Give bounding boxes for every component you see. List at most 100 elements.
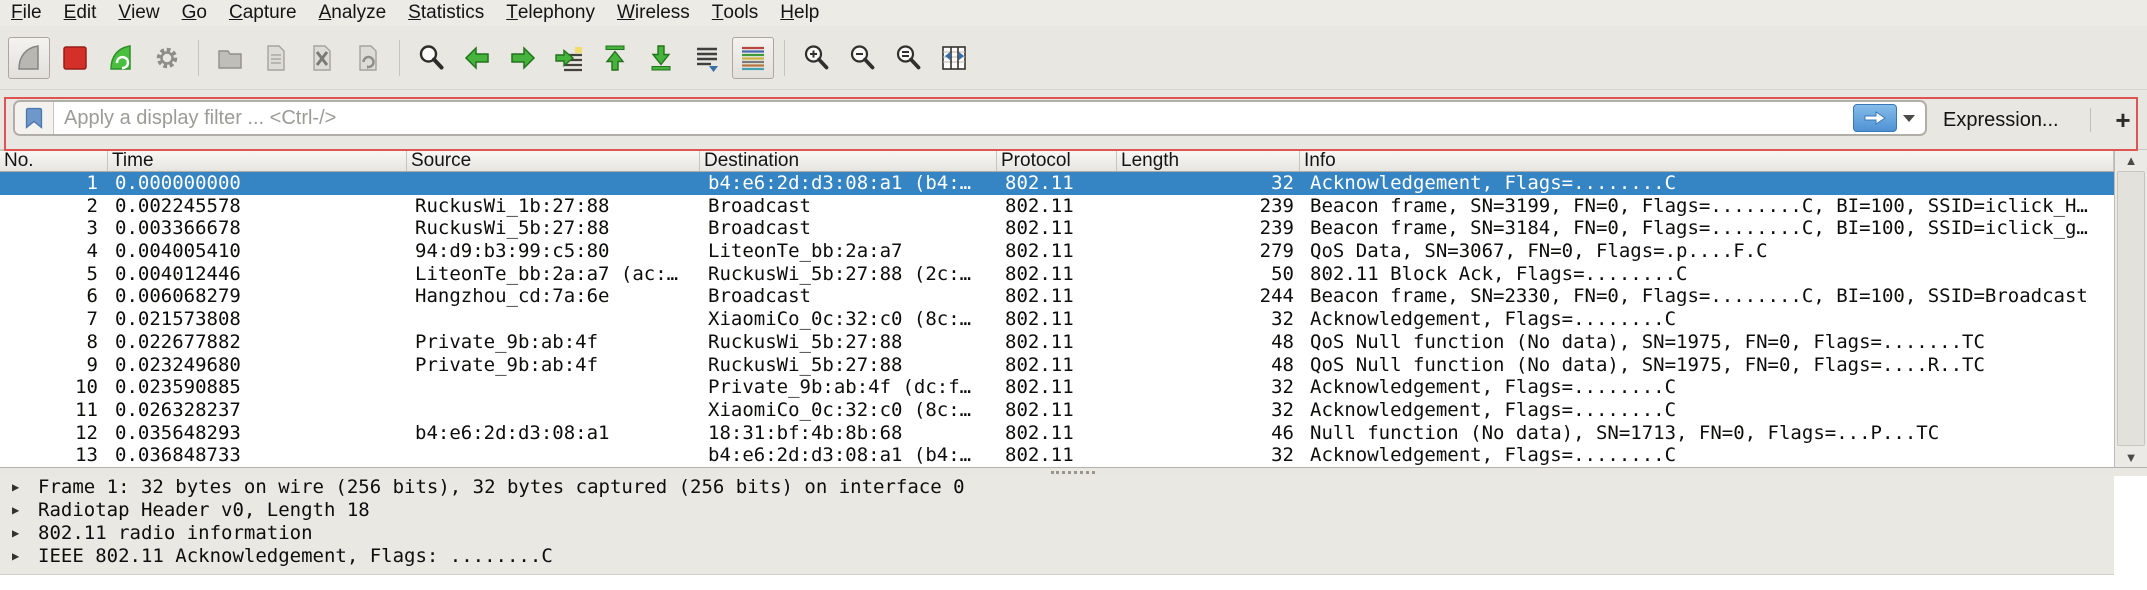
menu-analyze[interactable]: Analyze bbox=[308, 0, 398, 26]
expand-arrow-icon[interactable]: ▶ bbox=[0, 476, 38, 499]
packet-row-6[interactable]: 60.006068279Hangzhou_cd:7a:6eBroadcast80… bbox=[0, 285, 2114, 308]
column-header-row: No.TimeSourceDestinationProtocolLengthIn… bbox=[0, 150, 2114, 172]
zoom-reset-button[interactable] bbox=[887, 37, 929, 79]
scrollbar-down-arrow-icon[interactable]: ▼ bbox=[2115, 447, 2147, 467]
menu-capture[interactable]: Capture bbox=[218, 0, 308, 26]
cell-time: 0.035648293 bbox=[108, 422, 407, 445]
cell-no: 6 bbox=[0, 285, 108, 308]
cell-time: 0.022677882 bbox=[108, 331, 407, 354]
menu-go[interactable]: Go bbox=[171, 0, 218, 26]
column-header-destination[interactable]: Destination bbox=[700, 151, 997, 171]
cell-no: 13 bbox=[0, 444, 108, 467]
cell-no: 5 bbox=[0, 263, 108, 286]
packet-row-5[interactable]: 50.004012446LiteonTe_bb:2a:a7 (ac:…Rucku… bbox=[0, 263, 2114, 286]
display-filter-input[interactable] bbox=[54, 107, 1853, 130]
packet-row-12[interactable]: 120.035648293b4:e6:2d:d3:08:a118:31:bf:4… bbox=[0, 422, 2114, 445]
menu-edit[interactable]: Edit bbox=[53, 0, 108, 26]
capture-options-button[interactable] bbox=[146, 37, 188, 79]
cell-destination: Private_9b:ab:4f (dc:f… bbox=[700, 376, 997, 399]
menu-tools[interactable]: Tools bbox=[701, 0, 769, 26]
splitter-handle-icon[interactable] bbox=[1051, 471, 1095, 474]
menu-wireless[interactable]: Wireless bbox=[606, 0, 701, 26]
cell-destination: 18:31:bf:4b:8b:68 bbox=[700, 422, 997, 445]
go-forward-button[interactable] bbox=[502, 37, 544, 79]
packet-row-4[interactable]: 40.00400541094:d9:b3:99:c5:80LiteonTe_bb… bbox=[0, 240, 2114, 263]
reload-file-button[interactable] bbox=[347, 37, 389, 79]
cell-destination: b4:e6:2d:d3:08:a1 (b4:… bbox=[700, 444, 997, 467]
cell-info: Acknowledgement, Flags=........C bbox=[1300, 444, 2114, 467]
packet-row-11[interactable]: 110.026328237XiaomiCo_0c:32:c0 (8c:…802.… bbox=[0, 399, 2114, 422]
packet-row-1[interactable]: 10.000000000b4:e6:2d:d3:08:a1 (b4:…802.1… bbox=[0, 172, 2114, 195]
packet-row-13[interactable]: 130.036848733b4:e6:2d:d3:08:a1 (b4:…802.… bbox=[0, 444, 2114, 467]
packet-row-8[interactable]: 80.022677882Private_9b:ab:4fRuckusWi_5b:… bbox=[0, 331, 2114, 354]
auto-scroll-button[interactable] bbox=[686, 37, 728, 79]
zoom-in-button[interactable] bbox=[795, 37, 837, 79]
find-packet-button[interactable] bbox=[410, 37, 452, 79]
packet-row-3[interactable]: 30.003366678RuckusWi_5b:27:88Broadcast80… bbox=[0, 217, 2114, 240]
go-to-packet-button[interactable] bbox=[548, 37, 590, 79]
zoom-in-icon bbox=[801, 43, 831, 73]
expand-arrow-icon[interactable]: ▶ bbox=[0, 522, 38, 545]
add-filter-button[interactable]: + bbox=[2103, 90, 2143, 150]
pane-splitter[interactable] bbox=[0, 467, 2147, 476]
scrollbar-up-arrow-icon[interactable]: ▲ bbox=[2115, 150, 2147, 170]
filter-bookmark-button[interactable] bbox=[15, 102, 54, 134]
resize-columns-icon bbox=[939, 43, 969, 73]
column-header-source[interactable]: Source bbox=[407, 151, 700, 171]
zoom-out-button[interactable] bbox=[841, 37, 883, 79]
cell-protocol: 802.11 bbox=[997, 422, 1117, 445]
column-header-info[interactable]: Info bbox=[1300, 151, 2114, 171]
cell-destination: Broadcast bbox=[700, 285, 997, 308]
packet-row-9[interactable]: 90.023249680Private_9b:ab:4fRuckusWi_5b:… bbox=[0, 354, 2114, 377]
save-file-button[interactable] bbox=[255, 37, 297, 79]
detail-line[interactable]: ▶Radiotap Header v0, Length 18 bbox=[0, 499, 2114, 522]
packet-row-7[interactable]: 70.021573808XiaomiCo_0c:32:c0 (8c:…802.1… bbox=[0, 308, 2114, 331]
cell-info: 802.11 Block Ack, Flags=........C bbox=[1300, 263, 2114, 286]
scrollbar-thumb[interactable] bbox=[2117, 171, 2145, 446]
packet-row-2[interactable]: 20.002245578RuckusWi_1b:27:88Broadcast80… bbox=[0, 195, 2114, 218]
cell-source bbox=[407, 308, 700, 331]
packet-list-scrollbar[interactable]: ▲ ▼ bbox=[2114, 150, 2147, 467]
menu-statistics[interactable]: Statistics bbox=[397, 0, 495, 26]
go-back-button[interactable] bbox=[456, 37, 498, 79]
column-header-length[interactable]: Length bbox=[1117, 151, 1300, 171]
detail-line[interactable]: ▶IEEE 802.11 Acknowledgement, Flags: ...… bbox=[0, 545, 2114, 568]
save-document-icon bbox=[261, 43, 291, 73]
column-header-time[interactable]: Time bbox=[108, 151, 407, 171]
colorize-packets-button[interactable] bbox=[732, 37, 774, 79]
colorize-icon bbox=[738, 43, 768, 73]
reload-document-icon bbox=[353, 43, 383, 73]
open-file-button[interactable] bbox=[209, 37, 251, 79]
cell-no: 7 bbox=[0, 308, 108, 331]
expand-arrow-icon[interactable]: ▶ bbox=[0, 499, 38, 522]
start-capture-button[interactable] bbox=[8, 37, 50, 79]
go-to-bottom-button[interactable] bbox=[640, 37, 682, 79]
go-to-packet-icon bbox=[554, 43, 584, 73]
cell-time: 0.003366678 bbox=[108, 217, 407, 240]
restart-capture-button[interactable] bbox=[100, 37, 142, 79]
menu-file[interactable]: File bbox=[0, 0, 53, 26]
expression-button[interactable]: Expression... bbox=[1943, 90, 2059, 150]
column-header-no[interactable]: No. bbox=[0, 151, 108, 171]
detail-line[interactable]: ▶Frame 1: 32 bytes on wire (256 bits), 3… bbox=[0, 476, 2114, 499]
filter-history-caret[interactable] bbox=[1903, 115, 1915, 122]
go-to-top-button[interactable] bbox=[594, 37, 636, 79]
cell-info: QoS Data, SN=3067, FN=0, Flags=.p....F.C bbox=[1300, 240, 2114, 263]
expand-arrow-icon[interactable]: ▶ bbox=[0, 545, 38, 568]
menu-view[interactable]: View bbox=[107, 0, 170, 26]
cell-protocol: 802.11 bbox=[997, 308, 1117, 331]
cell-no: 4 bbox=[0, 240, 108, 263]
menu-help[interactable]: Help bbox=[769, 0, 830, 26]
zoom-out-icon bbox=[847, 43, 877, 73]
packet-row-10[interactable]: 100.023590885Private_9b:ab:4f (dc:f…802.… bbox=[0, 376, 2114, 399]
stop-capture-button[interactable] bbox=[54, 37, 96, 79]
close-file-button[interactable] bbox=[301, 37, 343, 79]
cell-protocol: 802.11 bbox=[997, 399, 1117, 422]
detail-line[interactable]: ▶802.11 radio information bbox=[0, 522, 2114, 545]
column-header-protocol[interactable]: Protocol bbox=[997, 151, 1117, 171]
menu-telephony[interactable]: Telephony bbox=[495, 0, 606, 26]
cell-length: 279 bbox=[1117, 240, 1300, 263]
resize-columns-button[interactable] bbox=[933, 37, 975, 79]
apply-filter-button[interactable] bbox=[1853, 104, 1897, 132]
arrow-top-icon bbox=[600, 43, 630, 73]
